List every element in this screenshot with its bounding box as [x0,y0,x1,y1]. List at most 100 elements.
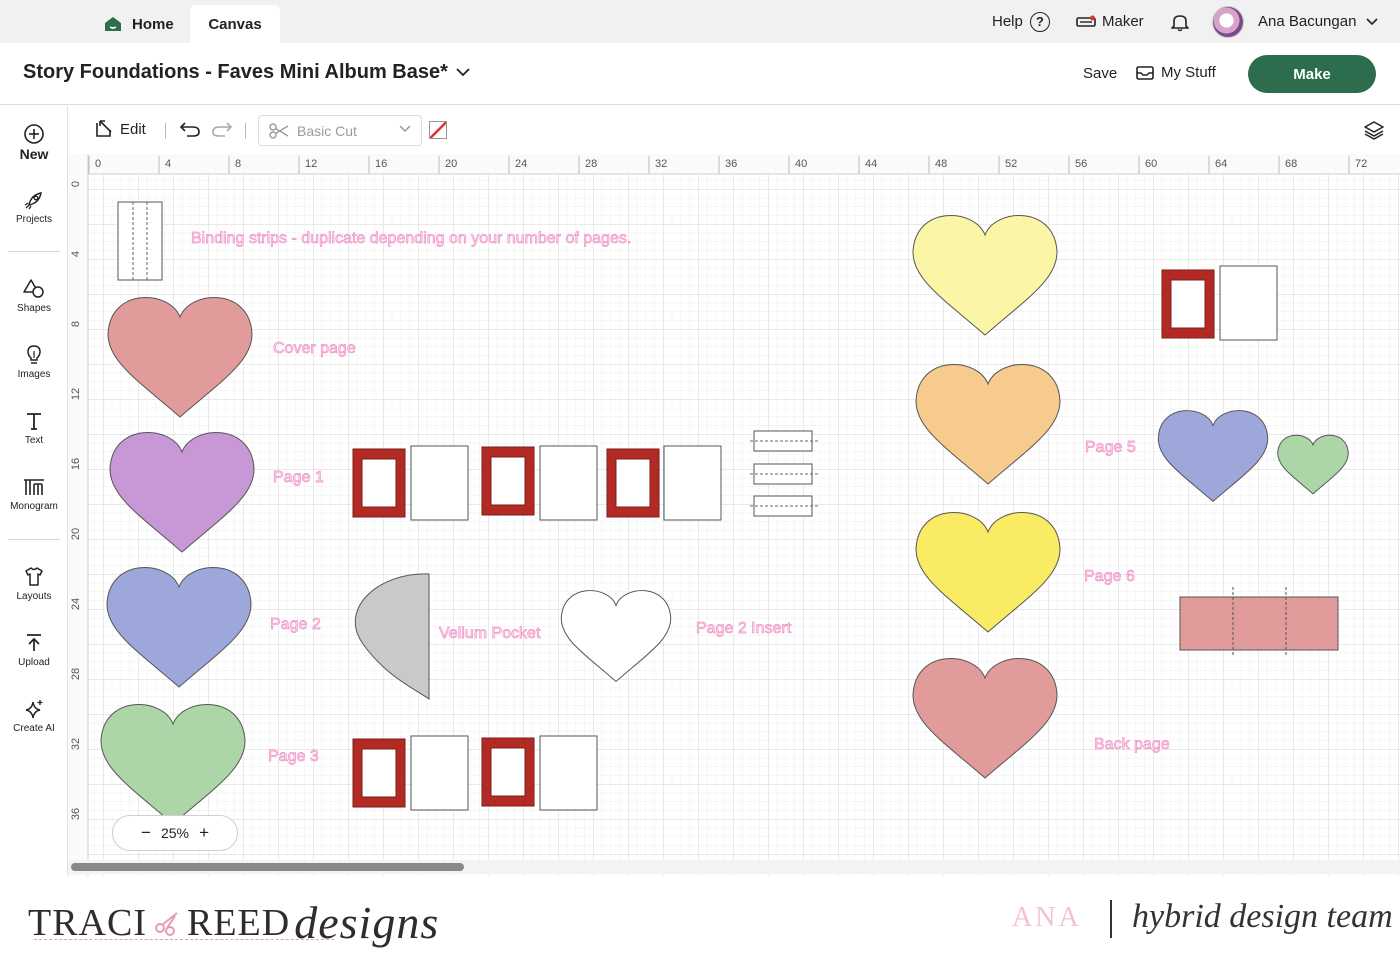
inbox-icon [1136,65,1154,80]
chevron-down-icon [1366,17,1378,25]
label-back[interactable]: Back page [1094,736,1170,754]
ruler-tick-label: 0 [70,181,82,187]
maker-button[interactable]: Maker [1076,0,1144,43]
binding-strip[interactable] [117,201,163,281]
edit-toolbar: Edit Basic Cut [69,106,1400,154]
sidebar-item-projects[interactable]: Projects [0,189,68,225]
brand-dash-line [34,939,334,940]
sidebar-item-monogram[interactable]: Monogram [0,476,68,512]
ruler-tick-label: 40 [795,158,807,170]
operation-select[interactable]: Basic Cut [258,115,422,146]
toolbar-divider [165,123,166,139]
photo-card[interactable] [539,445,598,521]
photo-card[interactable] [1219,265,1278,341]
sidebar-item-label: Upload [18,657,50,668]
tab-canvas-label: Canvas [208,15,262,33]
make-button[interactable]: Make [1248,55,1376,93]
chevron-down-icon [456,68,470,77]
text-icon [27,413,41,430]
ruler-tick-label: 68 [1285,158,1297,170]
sidebar-item-shapes[interactable]: Shapes [0,278,68,314]
sidebar-divider [8,539,60,540]
sidebar-item-text[interactable]: Text [0,410,68,446]
tab-strips[interactable] [750,430,818,517]
avatar [1212,5,1244,38]
ruler-tick-label: 36 [725,158,737,170]
zoom-control: − 25% + [112,815,238,851]
sidebar-item-images[interactable]: Images [0,344,68,380]
operation-value: Basic Cut [297,122,357,139]
ruler-tick-label: 8 [235,158,241,170]
help-button[interactable]: Help ? [992,0,1050,43]
sidebar-item-label: Shapes [17,303,51,314]
my-stuff-button[interactable]: My Stuff [1136,64,1216,81]
ruler-tick-label: 24 [70,598,82,610]
horizontal-scrollbar[interactable] [68,860,1400,874]
color-swatch[interactable] [429,121,447,139]
photo-card[interactable] [410,735,469,811]
sidebar-item-create-ai[interactable]: Create AI [0,698,68,734]
edit-icon [96,120,112,137]
label-page1[interactable]: Page 1 [273,469,325,487]
label-binding[interactable]: Binding strips - duplicate depending on … [191,230,632,248]
ruler-tick-label: 32 [70,738,82,750]
sidebar-item-new[interactable]: New [0,123,68,162]
label-page5[interactable]: Page 5 [1085,439,1137,457]
sidebar-divider [8,251,60,252]
redo-icon[interactable] [211,120,233,138]
scissors-icon [155,911,178,936]
label-page2[interactable]: Page 2 [270,616,322,634]
undo-icon[interactable] [179,120,201,138]
label-vellum[interactable]: Vellum Pocket [439,625,542,643]
zoom-in-button[interactable]: + [199,823,209,843]
sidebar-item-label: New [19,146,49,162]
sidebar-item-label: Layouts [16,591,52,602]
lightbulb-icon [27,345,41,364]
tab-canvas[interactable]: Canvas [190,5,280,43]
frame-red[interactable] [352,448,406,518]
layouts-icon [25,567,43,586]
edit-button[interactable]: Edit [95,119,146,139]
band-strip[interactable] [1179,587,1339,656]
label-page3[interactable]: Page 3 [268,748,320,766]
photo-card[interactable] [410,445,469,521]
frame-red[interactable] [1161,269,1215,339]
label-cover[interactable]: Cover page [273,340,357,358]
ruler-tick-label: 36 [70,808,82,820]
tab-home[interactable]: Home [90,5,186,43]
design-canvas[interactable]: Binding strips - duplicate depending on … [68,154,1400,876]
shapes-icon [23,279,44,298]
ruler-tick-label: 0 [95,158,101,170]
frame-red[interactable] [606,448,660,518]
ruler-tick-label: 56 [1075,158,1087,170]
plus-circle-icon [24,124,44,144]
ruler-tick-label: 44 [865,158,877,170]
ruler-tick-label: 20 [445,158,457,170]
frame-red[interactable] [481,737,535,807]
scrollbar-thumb[interactable] [71,863,464,871]
ruler-tick-label: 72 [1355,158,1367,170]
ruler-tick-label: 12 [305,158,317,170]
photo-card[interactable] [539,735,598,811]
label-page6[interactable]: Page 6 [1084,568,1136,586]
save-button[interactable]: Save [1083,65,1117,82]
ruler-tick-label: 16 [70,458,82,470]
left-ruler [68,154,89,876]
rocket-icon [24,192,42,210]
photo-card[interactable] [663,445,722,521]
sidebar-item-upload[interactable]: Upload [0,632,68,668]
zoom-out-button[interactable]: − [141,823,151,843]
top-tab-bar: Home Canvas Help ? Maker Ana Bacungan [0,0,1400,43]
notifications-button[interactable] [1170,0,1190,43]
user-menu[interactable]: Ana Bacungan [1212,0,1378,43]
left-sidebar: New Projects Shapes Images Text Monogram… [0,106,68,876]
ruler-tick-label: 4 [70,251,82,257]
layers-icon[interactable] [1364,120,1384,140]
sidebar-item-layouts[interactable]: Layouts [0,566,68,602]
label-page2-insert[interactable]: Page 2 Insert [696,620,792,638]
project-title[interactable]: Story Foundations - Faves Mini Album Bas… [23,61,470,84]
frame-red[interactable] [352,738,406,808]
chevron-down-icon [399,125,411,133]
ruler-tick-label: 48 [935,158,947,170]
frame-red[interactable] [481,446,535,516]
